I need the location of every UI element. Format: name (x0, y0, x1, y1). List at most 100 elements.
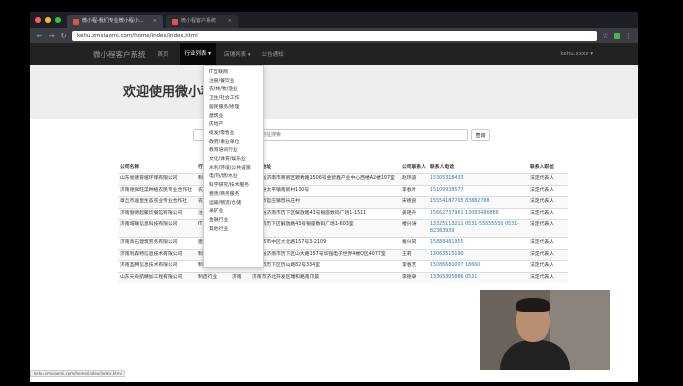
dropdown-item[interactable]: IT互联网 (204, 69, 263, 78)
cell-position: 法定代表人 (528, 237, 568, 249)
table-row[interactable]: 济南真石建筑劳务有限公司 建筑业 济南 济南市市中区大北路157号3-2109 … (118, 237, 568, 249)
forward-icon[interactable]: → (48, 32, 55, 40)
dropdown-item[interactable]: 科学研究/技术服务 (204, 182, 263, 191)
back-icon[interactable]: ← (36, 32, 43, 40)
cell-company: 济南利森特信息技术有限公司 (118, 248, 196, 261)
welcome-banner: 欢迎使用微小程 (30, 65, 638, 119)
dropdown-item[interactable]: 运输/物流/仓储 (204, 200, 263, 209)
cell-position: 法定代表人 (528, 196, 568, 208)
close-tab-icon[interactable]: × (228, 15, 232, 28)
table-row[interactable]: 济南德舜旺菜种植农民专业合作社 农/林/牧/渔业 济南 济阳县太平镇南新村130… (118, 184, 568, 197)
favicon-icon (172, 18, 178, 25)
dropdown-item[interactable]: 房地产 (204, 121, 263, 130)
reload-icon[interactable]: ↻ (60, 32, 67, 40)
column-header: 公司名称 (118, 162, 196, 174)
nav-store-label: 店铺列表 (224, 52, 247, 58)
tab-label: 微小程-我们专业微小程小... (82, 18, 144, 24)
cell-address: 济南市历下区解放路43号银座数码广场1-603室 (250, 219, 400, 238)
close-tab-icon[interactable]: × (153, 15, 157, 28)
cell-company: 济南德舜旺菜种植农民专业合作社 (118, 184, 196, 197)
table-row[interactable]: 济南圣腾信息技术有限公司 制造行业 济南 济南市历下区历山路82号334室 李春… (118, 260, 568, 272)
dropdown-item[interactable]: 电/热/燃/水业 (204, 173, 263, 182)
user-name: kehu.xxxx (560, 51, 589, 57)
dropdown-item[interactable]: 水利/环境/公共设施 (204, 165, 263, 174)
table-row[interactable]: 济南域联信息科技有限公司 IT互联网行业 济南 济南市历下区解放路43号银座数码… (118, 219, 568, 238)
cell-company: 山东天舟航精加工程有限公司 (118, 271, 196, 283)
nav-home[interactable]: 首页 (158, 50, 169, 58)
table-row[interactable]: 章丘市遥皇生态农业专业合作社 农/林/牧/渔业 济南 章丘市官庄镇普乐庄村 宋德… (118, 196, 568, 208)
cell-industry: 制造行业 (196, 271, 230, 283)
status-bar-url: kehu.zmxiaomi.com/home/index/index.html (30, 370, 125, 377)
nav-store-list[interactable]: 店铺列表 ▾ (224, 50, 251, 58)
menu-icon[interactable]: ⋮ (625, 32, 632, 40)
nav-industry-label: 行业列表 (184, 51, 207, 57)
table-row[interactable]: 山东天舟航精加工程有限公司 制造行业 济南 济南市济北开发区瑞和路南邝晨 李德录… (118, 271, 568, 283)
close-window-icon[interactable] (35, 17, 41, 23)
minimize-window-icon[interactable] (45, 17, 51, 23)
cell-position: 法定代表人 (528, 260, 568, 272)
nav-industry-list[interactable]: 行业列表 ▾ (179, 43, 217, 65)
cell-phone[interactable]: 15888481955 (428, 237, 528, 249)
dropdown-item[interactable]: 卫生/社会工作 (204, 95, 263, 104)
nav-announcements[interactable]: 公告通知 (262, 50, 284, 58)
url-field[interactable]: kehu.zmxiaomi.com/home/index/index.html (72, 30, 597, 41)
cell-phone[interactable]: 15662737961 13083486888 (428, 207, 528, 220)
cell-address: 山东省济南市历下区解放路43号银座数码广场1-1511 (250, 207, 400, 220)
cell-company: 济南真石建筑劳务有限公司 (118, 237, 196, 249)
cell-phone[interactable]: 15109938577 (428, 184, 528, 197)
cell-phone[interactable]: 13305305886 0531 (428, 271, 528, 283)
cell-phone[interactable]: 13325113211 0531-55555550 0531-82383939 (428, 219, 528, 238)
cell-contact: 宋德良 (400, 196, 428, 208)
dropdown-item[interactable]: 建筑业 (204, 113, 263, 122)
table-row[interactable]: 济南傲德超聚饮餐馆有限公司 注册/餐饮业 济南 山东省济南市历下区解放路43号银… (118, 207, 568, 220)
cell-contact: 王莉 (400, 248, 428, 261)
cell-phone[interactable]: 15086680007 18660 (428, 260, 528, 272)
dropdown-item[interactable]: 金融行业 (204, 217, 263, 226)
cell-company: 章丘市遥皇生态农业专业合作社 (118, 196, 196, 208)
dropdown-item[interactable]: 教育培训行业 (204, 147, 263, 156)
cell-contact: 楼兴涛 (400, 219, 428, 238)
cell-phone[interactable]: 15305318433 (428, 173, 528, 185)
dropdown-item[interactable]: 注册/餐饮业 (204, 78, 263, 87)
brand-title[interactable]: 微小程客户系统 (93, 49, 146, 60)
dropdown-item[interactable]: 其他行业 (204, 226, 263, 235)
cell-company: 济南傲德超聚饮餐馆有限公司 (118, 207, 196, 220)
dropdown-item[interactable]: 租赁/商务服务 (204, 191, 263, 200)
cell-contact: 姜艳升 (400, 207, 428, 220)
dropdown-item[interactable]: 采矿业 (204, 208, 263, 217)
cell-company: 济南圣腾信息技术有限公司 (118, 260, 196, 272)
cell-contact: 秦兴同 (400, 237, 428, 249)
dropdown-item[interactable]: 文化/体育/娱乐业 (204, 156, 263, 165)
cell-address: 山东省济南市历下区山大路157号华强电子世界4楼Q区4077室 (250, 248, 400, 261)
cell-address: 山东省济南市商新区颖秀路1506号金智鑫产业中心西楼A2楼107室 (250, 173, 400, 185)
page-title: 欢迎使用微小程 (123, 85, 215, 100)
cell-phone[interactable]: 13063515190 (428, 248, 528, 261)
table-row[interactable]: 山东易德育植环保有限公司 制造行业 济南 山东省济南市商新区颖秀路1506号金智… (118, 173, 568, 185)
cell-company: 山东易德育植环保有限公司 (118, 173, 196, 185)
cell-address: 济南市历下区历山路82号334室 (250, 260, 400, 272)
maximize-window-icon[interactable] (55, 17, 61, 23)
dropdown-item[interactable]: 居民服务/修理 (204, 104, 263, 113)
app-navbar: 微小程客户系统 首页 行业列表 ▾ 店铺列表 ▾ 公告通知 kehu.xxxx … (30, 43, 638, 65)
table-header-row: 公司名称 行业 城市 公司地址 公司联系人 联系人电话 联系人职位 (118, 162, 568, 174)
cell-address: 章丘市官庄镇普乐庄村 (250, 196, 400, 208)
tab-label: 微小程客户系统 (181, 18, 217, 24)
browser-tab-1[interactable]: 微小程-我们专业微小程小... × (67, 15, 163, 28)
browser-tab-2[interactable]: 微小程客户系统 × (166, 15, 238, 28)
extension-icon[interactable] (614, 32, 620, 39)
search-button[interactable]: 查询 (471, 129, 490, 141)
dropdown-item[interactable]: 政府/事业单位 (204, 139, 263, 148)
dropdown-item[interactable]: 批发/零售业 (204, 130, 263, 139)
cell-contact: 李德录 (400, 271, 428, 283)
table-row[interactable]: 济南利森特信息技术有限公司 制造行业 济南 山东省济南市历下区山大路157号华强… (118, 248, 568, 261)
star-icon[interactable]: ☆ (602, 32, 609, 40)
cell-address: 济南市市中区大北路157号3-2109 (250, 237, 400, 249)
caret-down-icon: ▾ (590, 51, 593, 57)
industry-dropdown-menu: IT互联网 注册/餐饮业 农/林/牧/渔业 卫生/社会工作 居民服务/修理 建筑… (203, 65, 264, 268)
dropdown-item[interactable]: 农/林/牧/渔业 (204, 86, 263, 95)
window-controls (30, 17, 67, 28)
caret-down-icon: ▾ (247, 52, 251, 58)
user-menu[interactable]: kehu.xxxx ▾ (560, 51, 593, 57)
cell-phone[interactable]: 15554187705 83882788 (428, 196, 528, 208)
cell-position: 法定代表人 (528, 271, 568, 283)
